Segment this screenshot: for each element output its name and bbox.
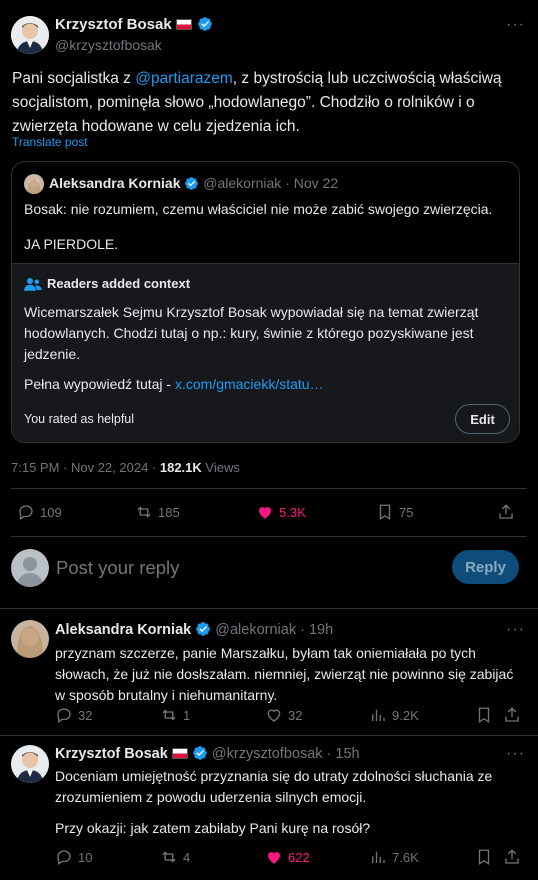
heart-filled-icon: [268, 852, 280, 864]
repost-button[interactable]: 1: [160, 706, 190, 724]
like-button[interactable]: 622: [265, 848, 310, 866]
reply-text: Doceniam umiejętność przyznania się do u…: [55, 768, 493, 805]
reply-icon: [19, 505, 33, 521]
reply-button[interactable]: 109: [17, 503, 62, 521]
like-button[interactable]: 5.3K: [256, 503, 306, 521]
author-name[interactable]: Krzysztof Bosak: [55, 16, 172, 33]
bookmark-icon: [379, 504, 391, 521]
reply-author-avatar[interactable]: [11, 620, 49, 658]
poland-flag-icon: [171, 748, 188, 759]
divider: [11, 536, 527, 537]
more-options-icon[interactable]: ···: [506, 621, 525, 639]
share-button[interactable]: [503, 706, 521, 724]
verified-badge-icon: [197, 17, 212, 31]
analytics-icon: [372, 851, 385, 863]
heart-icon: [267, 709, 281, 722]
views-button[interactable]: 9.2K: [369, 706, 419, 724]
reply-button[interactable]: 32: [55, 706, 92, 724]
repost-icon: [162, 851, 176, 863]
readers-context-box: Readers added context Wicemarszałek Sejm…: [12, 263, 519, 442]
views-button[interactable]: 7.6K: [369, 848, 419, 866]
reply-text-followup: Przy okazji: jak zatem zabiłaby Pani kur…: [55, 820, 371, 836]
context-body: Wicemarszałek Sejmu Krzysztof Bosak wypo…: [24, 304, 479, 362]
repost-icon: [162, 709, 176, 721]
quote-text-line2: JA PIERDOLE.: [24, 236, 119, 252]
reply-handle-time: @alekorniak · 19h: [215, 622, 334, 638]
repost-icon: [137, 506, 151, 518]
bookmark-icon: [478, 849, 490, 866]
reply-icon: [57, 850, 71, 866]
translate-post-link[interactable]: Translate post: [12, 135, 88, 149]
verified-badge-icon: [193, 746, 207, 760]
like-button[interactable]: 32: [265, 706, 302, 724]
author-handle[interactable]: @krzysztofbosak: [55, 37, 162, 53]
bookmark-button[interactable]: [475, 706, 493, 724]
bookmark-icon: [478, 707, 490, 724]
divider: [0, 735, 538, 736]
quote-avatar: [24, 174, 44, 194]
current-user-avatar: [11, 549, 49, 587]
context-full-label: Pełna wypowiedź tutaj -: [24, 376, 175, 392]
repost-button[interactable]: 4: [160, 848, 190, 866]
post-timestamp: 7:15 PM · Nov 22, 2024 · 182.1K Views: [11, 460, 240, 475]
context-source-link[interactable]: x.com/gmaciekk/statu…: [175, 376, 324, 392]
more-options-icon[interactable]: ···: [506, 16, 525, 34]
quote-text-line1: Bosak: nie rozumiem, czemu właściciel ni…: [24, 201, 493, 217]
share-button[interactable]: [497, 503, 515, 521]
bookmark-button[interactable]: 75: [376, 503, 413, 521]
bookmark-button[interactable]: [475, 848, 493, 866]
post-text: Pani socjalistka z @partiarazem, z bystr…: [12, 70, 502, 135]
verified-badge-icon: [185, 177, 199, 190]
reply-handle-time: @krzysztofbosak · 15h: [211, 746, 360, 762]
reply-submit-button[interactable]: Reply: [452, 550, 519, 584]
rated-helpful-text: You rated as helpful: [24, 412, 135, 426]
mention-link[interactable]: @partiarazem: [135, 70, 233, 87]
reply-author-name[interactable]: Krzysztof Bosak: [55, 746, 168, 762]
quote-author-name: Aleksandra Korniak: [49, 175, 181, 191]
readers-people-icon: [24, 278, 42, 291]
views-count: 182.1K: [159, 460, 202, 475]
reply-icon: [57, 708, 71, 724]
heart-filled-icon: [259, 507, 271, 519]
share-icon: [499, 504, 513, 519]
share-icon: [505, 849, 519, 864]
more-options-icon[interactable]: ···: [506, 745, 525, 763]
poland-flag-icon: [176, 19, 193, 30]
share-button[interactable]: [503, 848, 521, 866]
context-title: Readers added context: [47, 276, 191, 291]
divider: [11, 488, 527, 489]
reply-input[interactable]: Post your reply: [56, 557, 179, 579]
reply-button[interactable]: 10: [55, 848, 92, 866]
reply-author-avatar[interactable]: [11, 745, 49, 783]
reply-author-name[interactable]: Aleksandra Korniak: [55, 622, 191, 638]
avatar[interactable]: [11, 16, 49, 54]
analytics-icon: [372, 709, 385, 721]
reply-text: przyznam szczerze, panie Marszałku, była…: [55, 645, 514, 703]
edit-rating-button[interactable]: Edit: [455, 404, 510, 434]
verified-badge-icon: [196, 622, 211, 636]
repost-button[interactable]: 185: [135, 503, 180, 521]
quoted-post-card[interactable]: Aleksandra Korniak @alekorniak · Nov 22 …: [11, 161, 520, 443]
quote-handle-date: @alekorniak · Nov 22: [203, 175, 339, 191]
divider: [0, 608, 538, 609]
share-icon: [505, 707, 519, 722]
